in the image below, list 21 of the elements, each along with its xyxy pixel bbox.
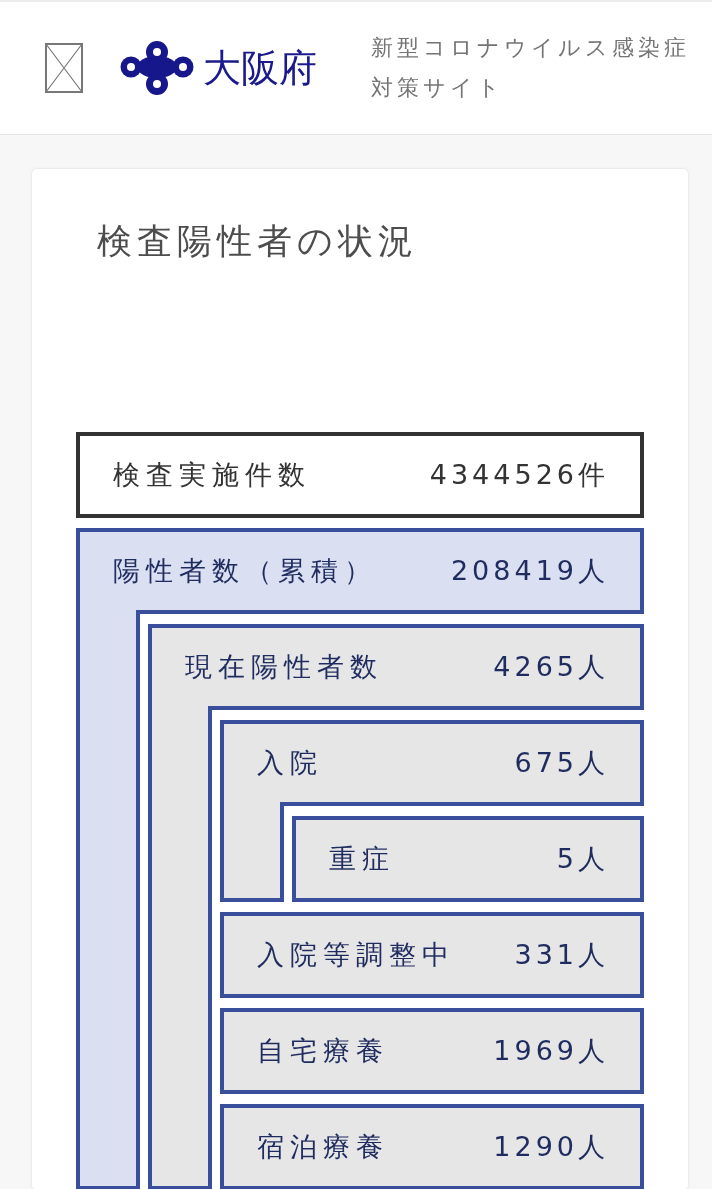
stat-value: 1969人	[493, 1034, 609, 1068]
stat-label: 陽性者数（累積）	[113, 554, 377, 588]
stat-label: 自宅療養	[257, 1034, 389, 1068]
stat-label: 入院	[257, 746, 323, 780]
card-title: 検査陽性者の状況	[96, 221, 419, 261]
stat-value: 4265人	[493, 650, 609, 684]
stat-value: 208419人	[450, 554, 609, 588]
stat-value: 331人	[514, 938, 609, 972]
stat-label: 検査実施件数	[113, 458, 311, 492]
site-title: 新型コロナウイルス感染症対策サイト	[371, 34, 691, 102]
stat-value: 4344526件	[429, 458, 609, 492]
broken-image-icon	[45, 43, 83, 93]
stat-label: 入院等調整中	[257, 938, 455, 972]
stat-value: 5人	[556, 842, 609, 876]
logo-text[interactable]: 大阪府	[203, 46, 317, 90]
stat-value: 1290人	[493, 1130, 609, 1164]
emblem-icon	[120, 40, 194, 96]
stat-label: 重症	[329, 842, 395, 876]
stat-label: 宿泊療養	[257, 1130, 389, 1164]
stat-value: 675人	[514, 746, 609, 780]
stat-label: 現在陽性者数	[185, 650, 383, 684]
